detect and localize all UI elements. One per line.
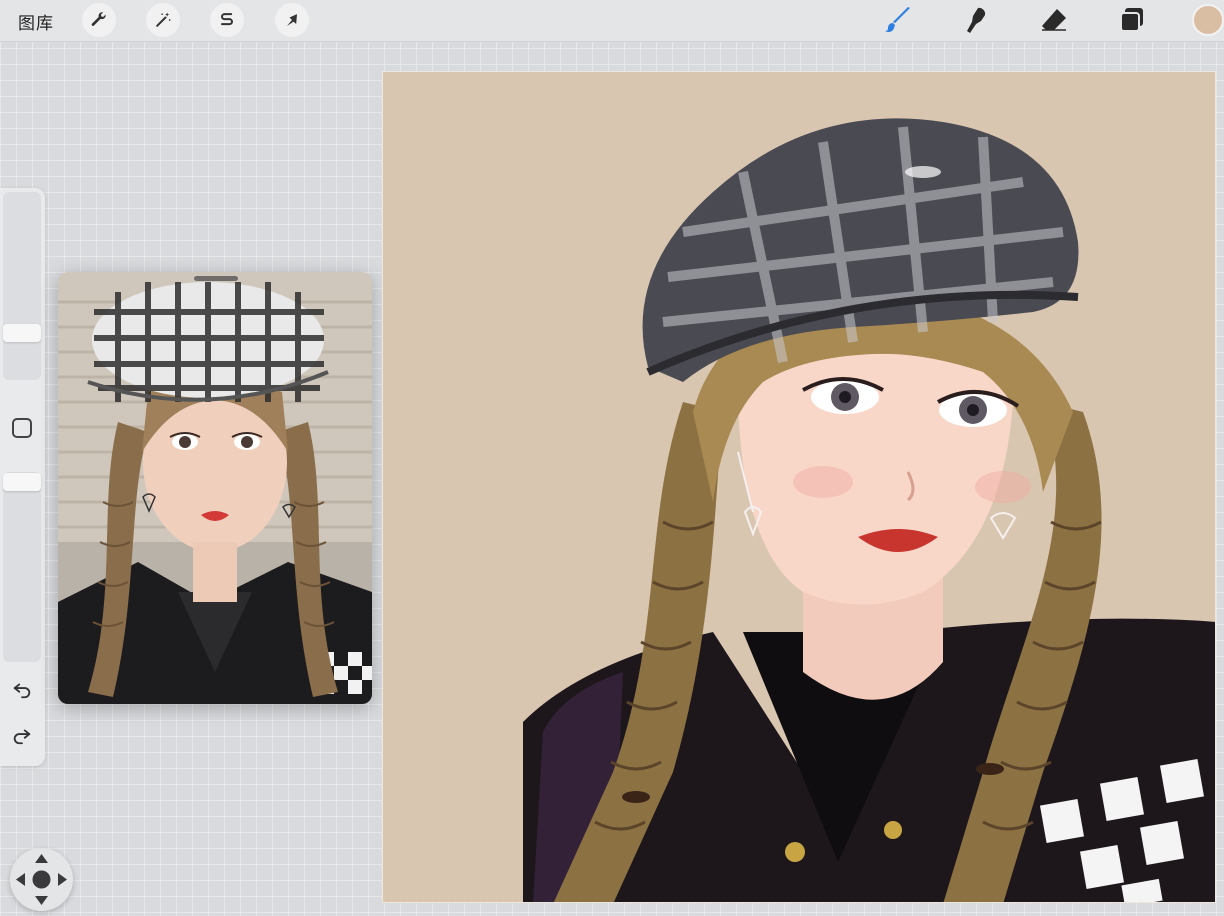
reference-window[interactable] bbox=[58, 272, 372, 704]
color-picker-swatch[interactable] bbox=[1192, 4, 1224, 36]
eraser-icon bbox=[1042, 9, 1066, 31]
brush-size-thumb[interactable] bbox=[3, 324, 41, 342]
transform-arrow-icon bbox=[287, 14, 297, 26]
top-toolbar: 图库 bbox=[0, 0, 1224, 42]
move-arrows-icon bbox=[16, 854, 67, 905]
smudge-button[interactable] bbox=[960, 4, 992, 36]
eraser-button[interactable] bbox=[1038, 4, 1070, 36]
undo-button[interactable] bbox=[9, 676, 35, 702]
transform-button[interactable] bbox=[275, 3, 309, 37]
layers-icon bbox=[1120, 8, 1143, 32]
smudge-icon bbox=[967, 7, 986, 34]
reference-photo bbox=[58, 272, 372, 704]
left-sidebar bbox=[0, 188, 45, 766]
adjustments-button[interactable] bbox=[146, 3, 180, 37]
layers-button[interactable] bbox=[1116, 4, 1148, 36]
undo-icon bbox=[13, 683, 31, 699]
gallery-button[interactable]: 图库 bbox=[18, 9, 54, 34]
opacity-slider[interactable] bbox=[3, 472, 41, 662]
magic-wand-icon bbox=[156, 12, 171, 27]
redo-icon bbox=[13, 729, 31, 745]
drawing-canvas[interactable] bbox=[382, 71, 1216, 903]
redo-button[interactable] bbox=[9, 722, 35, 748]
modify-button[interactable] bbox=[12, 418, 32, 438]
brush-size-slider[interactable] bbox=[3, 192, 41, 380]
brush-button[interactable] bbox=[882, 4, 914, 36]
canvas-artwork bbox=[383, 72, 1215, 902]
wrench-icon bbox=[91, 12, 106, 26]
opacity-thumb[interactable] bbox=[3, 473, 41, 491]
brush-icon bbox=[885, 7, 910, 32]
selection-button[interactable] bbox=[210, 3, 244, 37]
selection-s-icon bbox=[221, 13, 233, 26]
actions-button[interactable] bbox=[82, 3, 116, 37]
reference-drag-handle[interactable] bbox=[194, 276, 238, 281]
move-joystick[interactable] bbox=[10, 848, 73, 911]
